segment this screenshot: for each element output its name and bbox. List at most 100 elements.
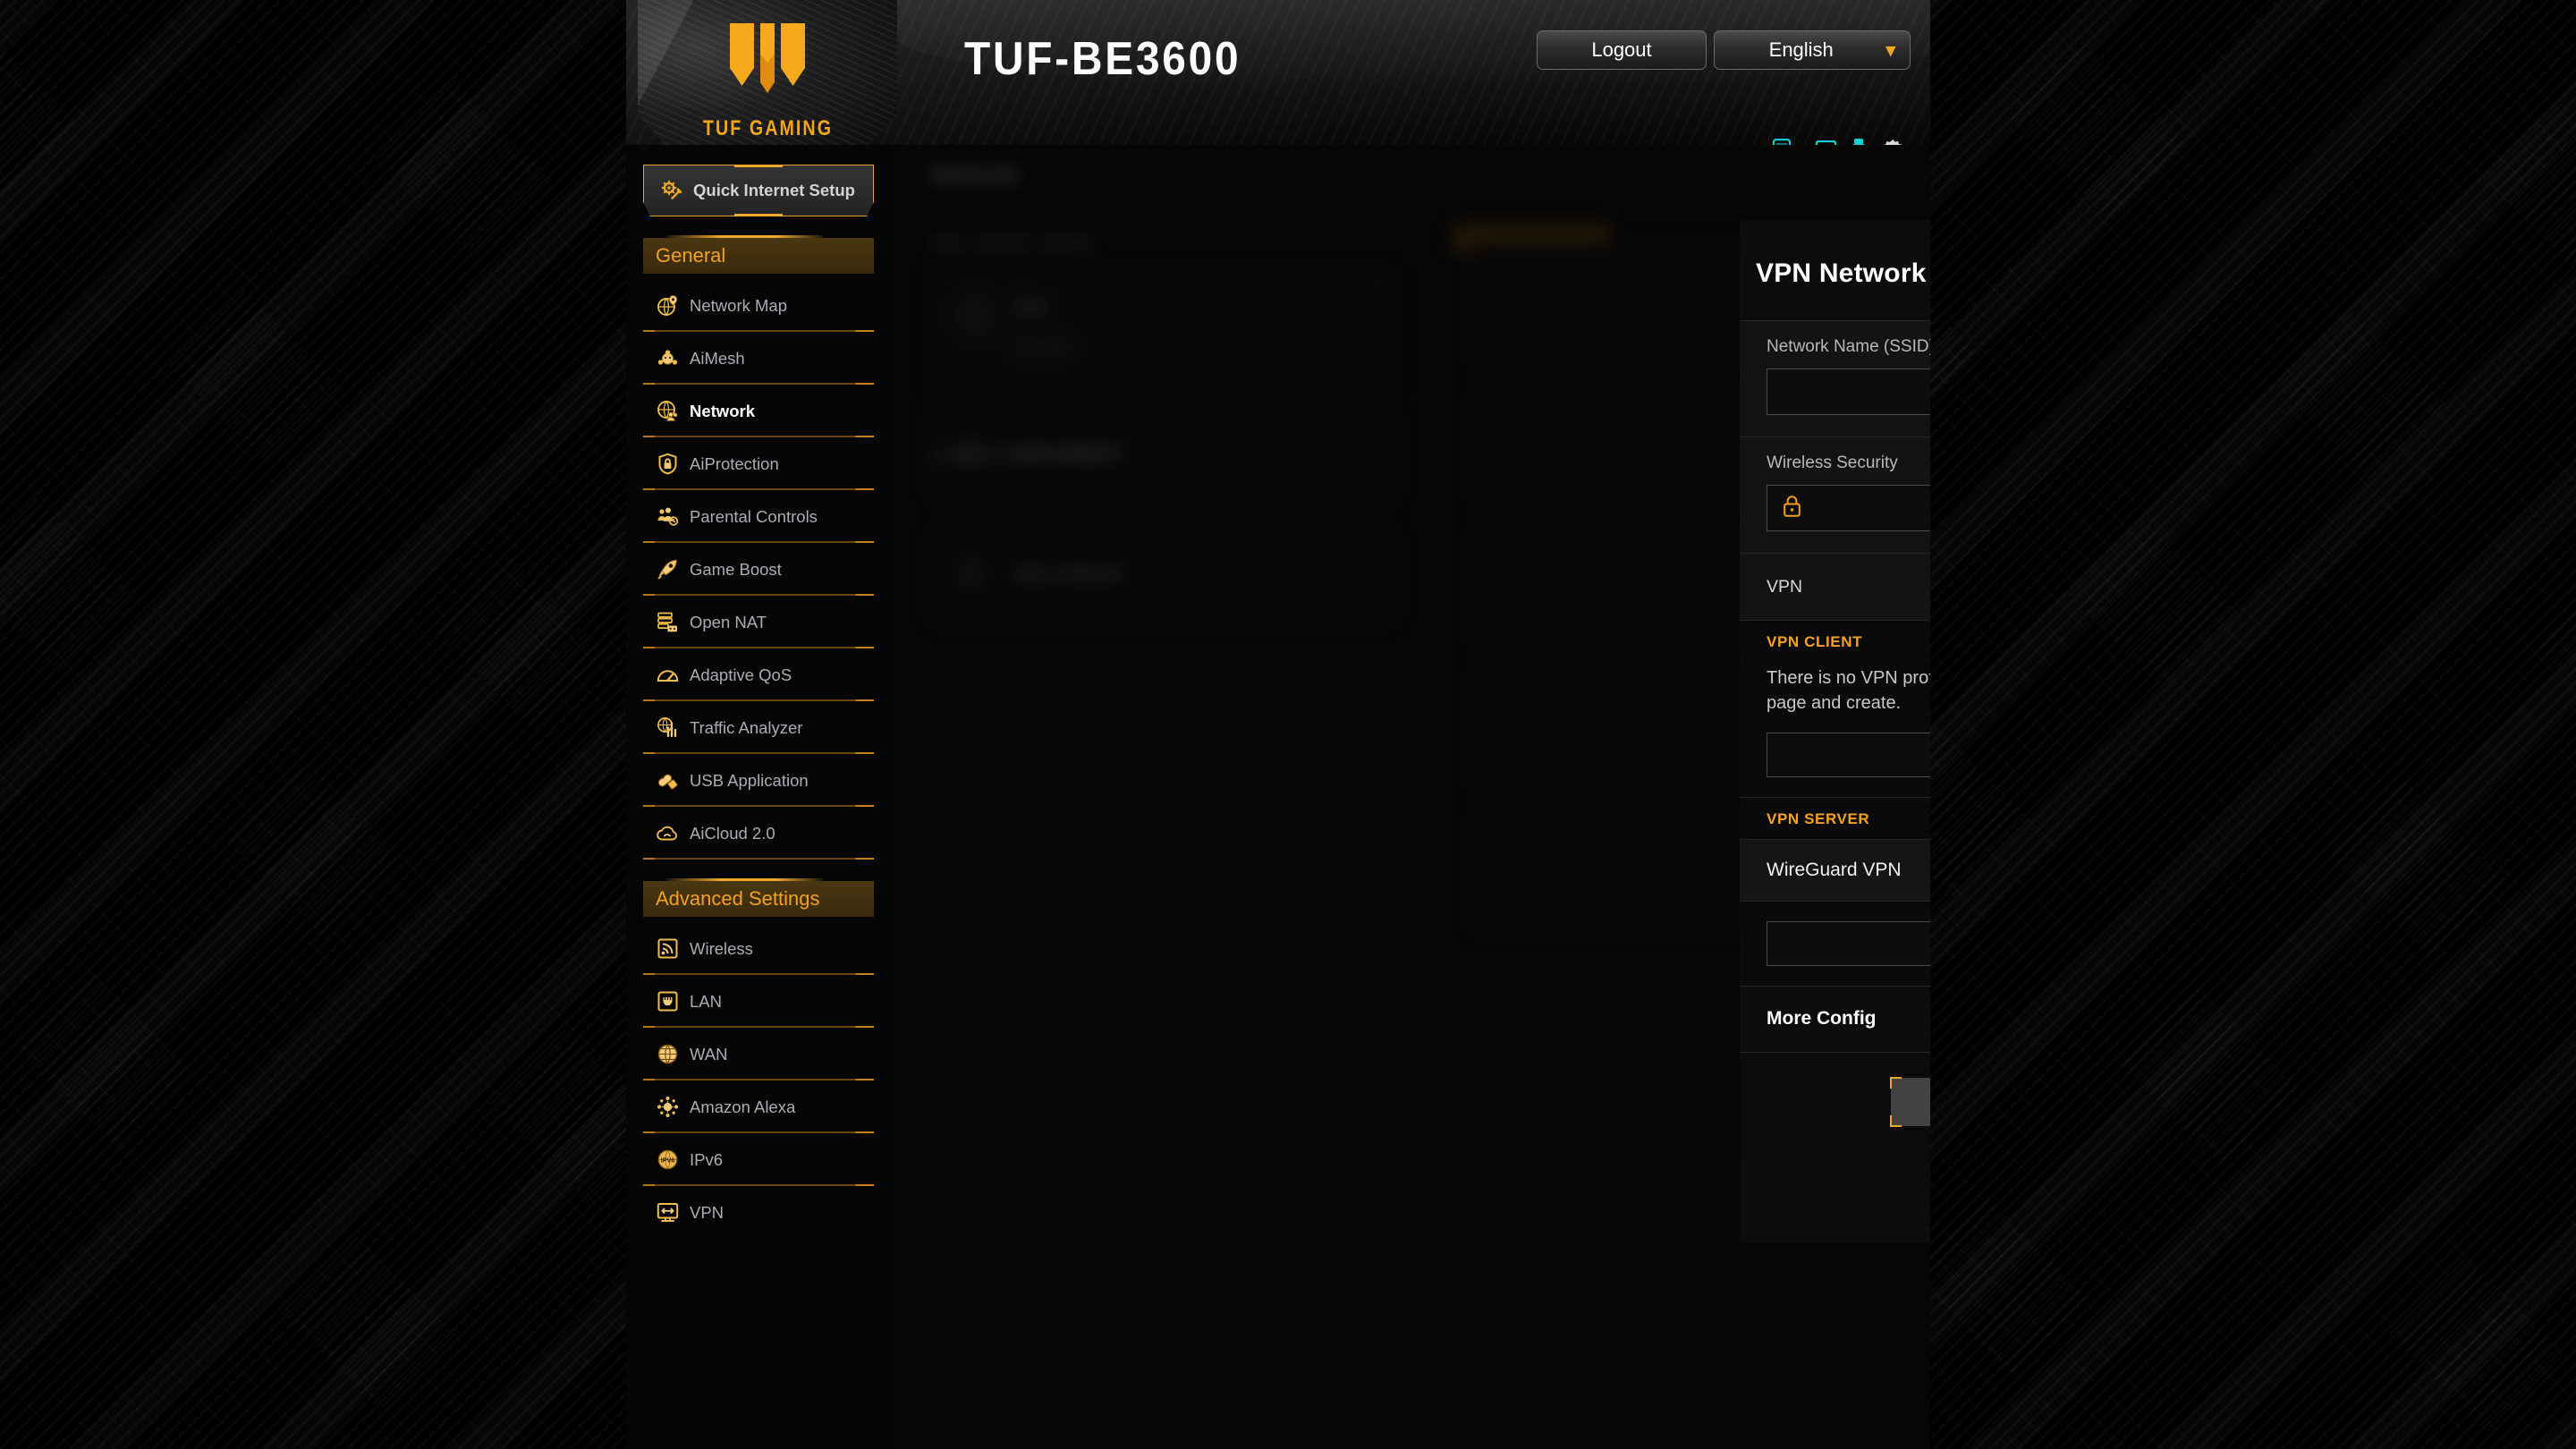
corner-bracket bbox=[1890, 1076, 1902, 1089]
lock-icon bbox=[1784, 495, 1803, 521]
alexa-icon bbox=[656, 1096, 679, 1119]
ssid-input[interactable] bbox=[1767, 369, 1930, 415]
sidebar-item-label: AiMesh bbox=[690, 348, 745, 368]
sidebar-item-open-nat[interactable]: Open NAT bbox=[643, 596, 874, 648]
sidebar-item-usb-application[interactable]: USB Application bbox=[643, 754, 874, 807]
sidebar-item-label: USB Application bbox=[690, 770, 809, 790]
ssid-panel: Network Name (SSID) bbox=[1740, 320, 1930, 436]
logout-label: Logout bbox=[1591, 38, 1652, 61]
sidebar-item-label: AiCloud 2.0 bbox=[690, 823, 775, 843]
sidebar-item-network[interactable]: Network bbox=[643, 385, 874, 437]
sidebar-item-wan[interactable]: WAN bbox=[643, 1028, 874, 1080]
sidebar: Quick Internet Setup General Network Map bbox=[626, 145, 891, 1449]
wireless-security-label: Wireless Security bbox=[1767, 453, 1898, 472]
vpn-toggle-panel: VPN bbox=[1740, 553, 1930, 620]
vpn-client-body: There is no VPN profile now. Click [Go S… bbox=[1740, 662, 1930, 797]
vpn-network-modal: VPN Network Network Name (SSID) Wireless bbox=[1740, 219, 1930, 1242]
vpn-client-heading: VPN CLIENT bbox=[1740, 621, 1930, 662]
lan-icon bbox=[656, 990, 679, 1013]
sidebar-item-aiprotection[interactable]: AiProtection bbox=[643, 437, 874, 490]
sidebar-item-ipv6[interactable]: IPV6 IPv6 bbox=[643, 1133, 874, 1186]
modal-title: VPN Network bbox=[1756, 258, 1927, 288]
vpn-server-entry-row[interactable]: WireGuard VPN bbox=[1740, 838, 1930, 902]
wireless-icon bbox=[656, 937, 679, 961]
sidebar-item-amazon-alexa[interactable]: Amazon Alexa bbox=[643, 1080, 874, 1133]
logout-button[interactable]: Logout bbox=[1537, 30, 1707, 70]
sidebar-item-label: IPv6 bbox=[690, 1149, 724, 1169]
cloud-icon bbox=[656, 822, 679, 845]
traffic-analyzer-icon bbox=[656, 716, 679, 740]
sidebar-item-label: WAN bbox=[690, 1044, 728, 1063]
tuf-gaming-logo: TUF GAMING bbox=[638, 0, 897, 145]
router-admin-app: TUF GAMING TUF-BE3600 Logout English ▾ O… bbox=[626, 0, 1930, 1449]
corner-bracket bbox=[1890, 1114, 1902, 1127]
sidebar-item-wireless[interactable]: Wireless bbox=[643, 922, 874, 975]
sidebar-item-label: Network Map bbox=[690, 295, 787, 315]
router-model-name: TUF-BE3600 bbox=[964, 33, 1241, 85]
top-actions: Logout English ▾ bbox=[1537, 30, 1911, 70]
sidebar-item-adaptive-qos[interactable]: Adaptive QoS bbox=[643, 648, 874, 701]
tuf-shield-icon bbox=[730, 23, 805, 93]
sidebar-item-traffic-analyzer[interactable]: Traffic Analyzer bbox=[643, 701, 874, 754]
sidebar-item-label: Game Boost bbox=[690, 559, 782, 579]
chevron-down-icon: ▾ bbox=[1885, 39, 1895, 61]
language-label: English bbox=[1768, 38, 1834, 61]
sidebar-item-parental-controls[interactable]: Parental Controls bbox=[643, 490, 874, 543]
vpn-toggle-row: VPN bbox=[1740, 554, 1930, 620]
network-map-icon bbox=[656, 294, 679, 318]
usb-app-icon bbox=[656, 769, 679, 792]
vpn-server-heading: VPN SERVER bbox=[1740, 797, 1930, 839]
sidebar-item-label: VPN bbox=[690, 1202, 724, 1222]
wan-globe-icon bbox=[656, 1043, 679, 1066]
sidebar-item-label: Wireless bbox=[690, 938, 753, 958]
more-config-label: More Config bbox=[1767, 1008, 1877, 1030]
svg-text:IPV6: IPV6 bbox=[660, 1157, 674, 1165]
shield-icon bbox=[656, 453, 679, 476]
more-config-row[interactable]: More Config ▾ bbox=[1740, 985, 1930, 1052]
sidebar-item-game-boost[interactable]: Game Boost bbox=[643, 543, 874, 596]
sidebar-section-advanced-settings: Advanced Settings bbox=[643, 878, 874, 917]
sidebar-item-label: LAN bbox=[690, 991, 722, 1011]
rocket-icon bbox=[656, 558, 679, 581]
sidebar-item-lan[interactable]: LAN bbox=[643, 975, 874, 1028]
aimesh-icon bbox=[656, 347, 679, 370]
sidebar-item-label: Parental Controls bbox=[690, 506, 818, 526]
language-selector[interactable]: English ▾ bbox=[1714, 30, 1911, 70]
open-nat-icon bbox=[656, 611, 679, 634]
vpn-client-go-setting-button[interactable]: Go Setting → bbox=[1767, 732, 1930, 777]
ipv6-icon: IPV6 bbox=[656, 1148, 679, 1172]
sidebar-item-label: Adaptive QoS bbox=[690, 665, 792, 684]
vpn-server-entry-name: WireGuard VPN bbox=[1767, 859, 1902, 880]
modal-footer: Apply bbox=[1740, 1051, 1930, 1160]
sidebar-item-aicloud[interactable]: AiCloud 2.0 bbox=[643, 807, 874, 860]
masthead: TUF GAMING TUF-BE3600 Logout English ▾ bbox=[626, 0, 1930, 145]
modal-body: Network Name (SSID) Wireless Security VP… bbox=[1740, 320, 1930, 1160]
wireless-security-field-group: Wireless Security bbox=[1740, 437, 1930, 553]
magic-wand-gear-icon bbox=[660, 179, 683, 202]
vpn-server-go-setting-button[interactable]: Go Setting → bbox=[1767, 920, 1930, 966]
ssid-field-group: Network Name (SSID) bbox=[1740, 321, 1930, 436]
network-icon bbox=[656, 400, 679, 423]
sidebar-item-label: Network bbox=[690, 401, 755, 420]
quick-internet-setup-button[interactable]: Quick Internet Setup bbox=[643, 165, 874, 216]
sidebar-item-label: AiProtection bbox=[690, 453, 779, 473]
ssid-label: Network Name (SSID) bbox=[1767, 337, 1930, 356]
apply-button[interactable]: Apply bbox=[1890, 1076, 1930, 1127]
wireless-security-panel: Wireless Security bbox=[1740, 436, 1930, 553]
sidebar-item-aimesh[interactable]: AiMesh bbox=[643, 332, 874, 385]
vpn-toggle-label: VPN bbox=[1767, 576, 1803, 597]
vpn-client-note: There is no VPN profile now. Click [Go S… bbox=[1767, 668, 1930, 714]
tuf-gaming-wordmark: TUF GAMING bbox=[702, 116, 833, 140]
vpn-monitor-icon bbox=[656, 1201, 679, 1224]
vpn-server-panel: VPN SERVER WireGuard VPN Go Sett bbox=[1740, 796, 1930, 986]
gauge-icon bbox=[656, 664, 679, 687]
wireless-security-input[interactable] bbox=[1767, 485, 1930, 531]
vpn-server-body: Go Setting → bbox=[1740, 902, 1930, 986]
sidebar-item-label: Amazon Alexa bbox=[690, 1097, 796, 1116]
sidebar-item-label: Open NAT bbox=[690, 612, 767, 631]
parental-controls-icon bbox=[656, 505, 679, 529]
sidebar-section-general: General bbox=[643, 235, 874, 274]
sidebar-item-vpn[interactable]: VPN bbox=[643, 1186, 874, 1239]
sidebar-item-network-map[interactable]: Network Map bbox=[643, 279, 874, 332]
quick-internet-setup-label: Quick Internet Setup bbox=[693, 181, 855, 199]
